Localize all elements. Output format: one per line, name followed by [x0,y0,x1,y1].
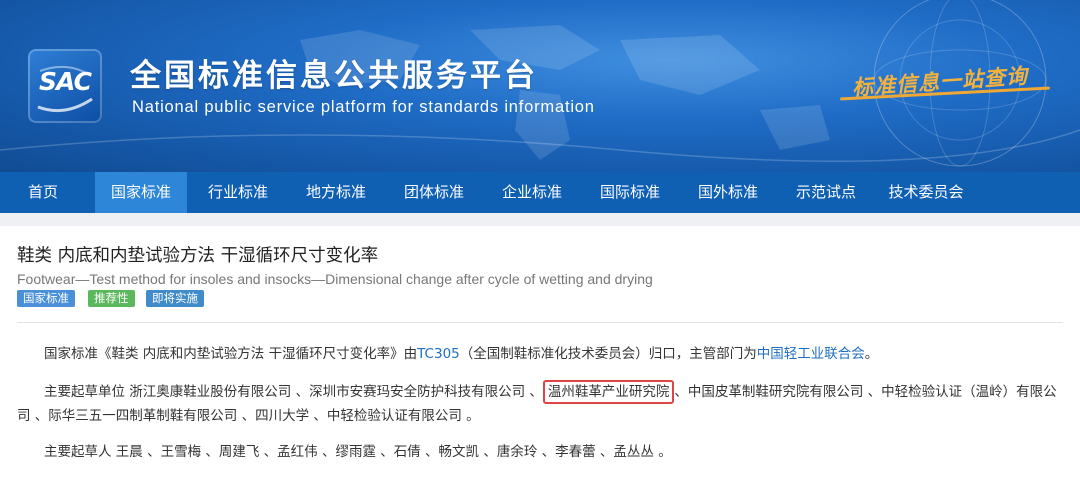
p3-text: 主要起草人 王晨 、王雪梅 、周建飞 、孟红伟 、缪雨霆 、石倩 、畅文凯 、唐… [44,444,672,460]
main-nav: 首页 国家标准 行业标准 地方标准 团体标准 企业标准 国际标准 国外标准 示范… [0,172,1080,213]
paragraph-committee: 国家标准《鞋类 内底和内垫试验方法 干湿循环尺寸变化率》由TC305（全国制鞋标… [17,342,1067,366]
sac-logo[interactable]: SAC [28,49,102,123]
standard-detail-card: 鞋类 内底和内垫试验方法 干湿循环尺寸变化率 Footwear—Test met… [0,226,1080,490]
nav-item-pilot-demo[interactable]: 示范试点 [780,172,872,213]
nav-item-home[interactable]: 首页 [8,172,78,213]
tc305-link[interactable]: TC305 [417,346,460,362]
nav-item-foreign-standards[interactable]: 国外标准 [682,172,774,213]
paragraph-drafting-units: 主要起草单位 浙江奥康鞋业股份有限公司 、深圳市安赛玛安全防护科技有限公司 、温… [17,380,1067,428]
header-banner: SAC 全国标准信息公共服务平台 National public service… [0,0,1080,172]
nav-item-enterprise-standards[interactable]: 企业标准 [486,172,578,213]
p2-pre: 主要起草单位 浙江奥康鞋业股份有限公司 、深圳市安赛玛安全防护科技有限公司 、 [44,384,543,400]
nav-item-technical-committee[interactable]: 技术委员会 [874,172,978,213]
nav-item-international-standards[interactable]: 国际标准 [584,172,676,213]
site-title-cn: 全国标准信息公共服务平台 [130,58,538,94]
badge-national-standard: 国家标准 [17,290,75,307]
paragraph-drafters: 主要起草人 王晨 、王雪梅 、周建飞 、孟红伟 、缪雨霆 、石倩 、畅文凯 、唐… [17,440,1067,464]
department-link[interactable]: 中国轻工业联合会 [757,346,865,362]
nav-item-local-standards[interactable]: 地方标准 [290,172,382,213]
badge-recommended: 推荐性 [88,290,135,307]
nav-item-national-standards[interactable]: 国家标准 [95,172,187,213]
nav-item-industry-standards[interactable]: 行业标准 [192,172,284,213]
nav-item-group-standards[interactable]: 团体标准 [388,172,480,213]
highlighted-unit: 温州鞋革产业研究院 [542,380,675,404]
site-title-en: National public service platform for sta… [132,98,595,116]
p1-pre: 国家标准《鞋类 内底和内垫试验方法 干湿循环尺寸变化率》由 [44,346,418,362]
logo-text: SAC [39,67,92,96]
badge-upcoming: 即将实施 [146,290,204,307]
standard-title-cn: 鞋类 内底和内垫试验方法 干湿循环尺寸变化率 [17,246,379,266]
standard-title-en: Footwear—Test method for insoles and ins… [17,271,653,287]
p1-post: 。 [864,346,879,362]
p1-mid: （全国制鞋标准化技术委员会）归口，主管部门为 [459,346,757,362]
divider [17,322,1063,323]
